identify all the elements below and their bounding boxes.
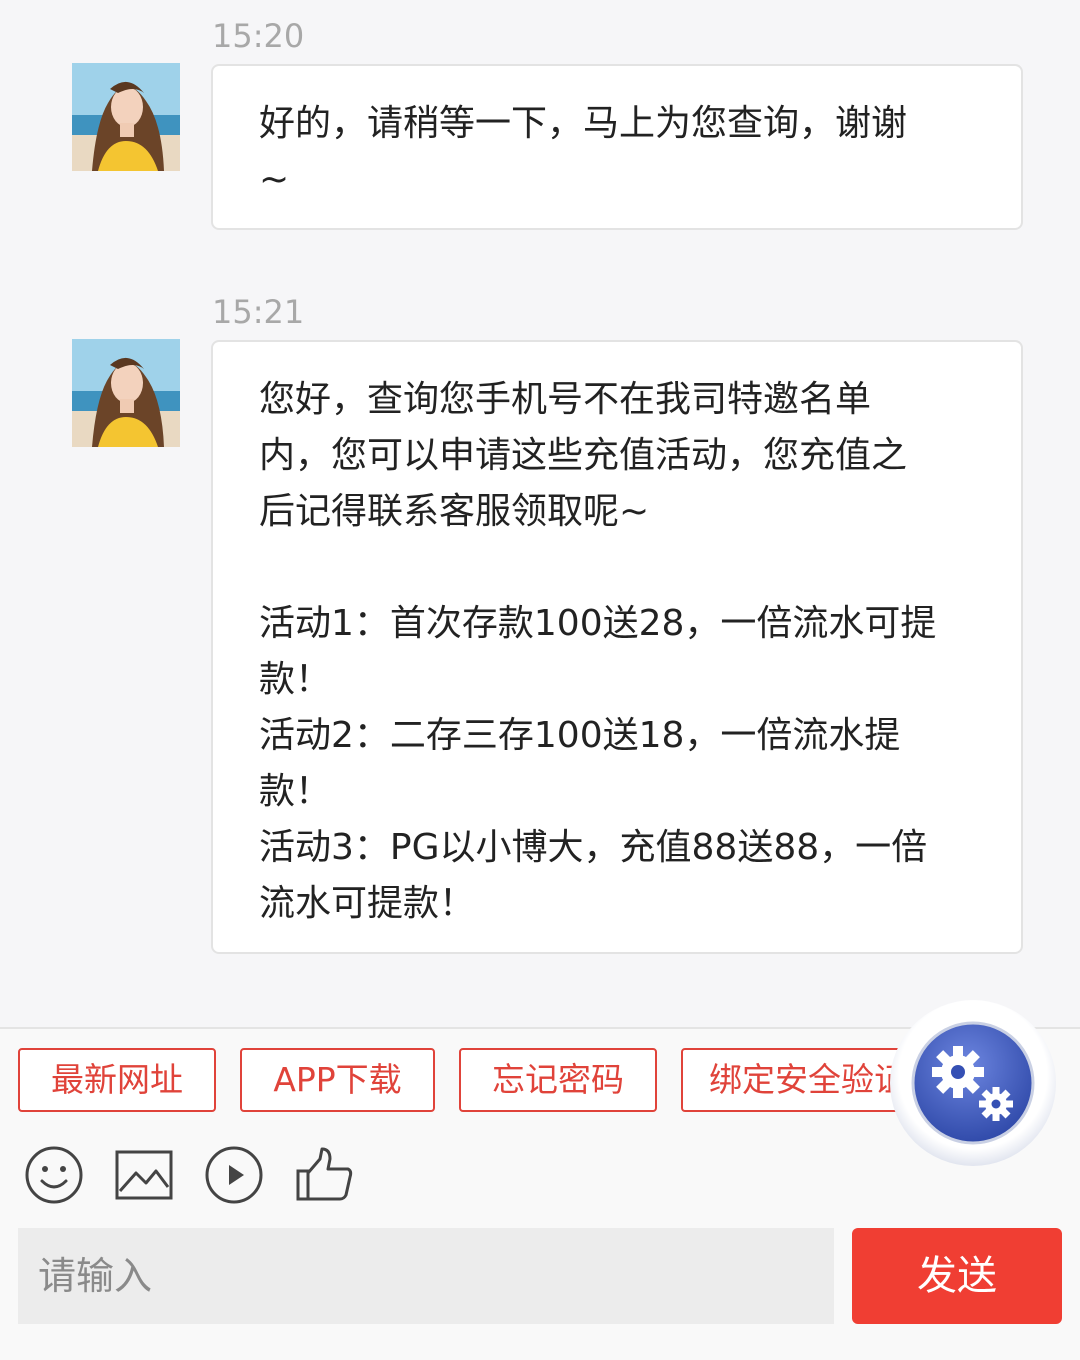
message-timestamp: 15:20 bbox=[212, 17, 305, 55]
image-icon[interactable] bbox=[114, 1145, 174, 1205]
message-input[interactable] bbox=[18, 1228, 834, 1324]
message-bubble: 好的，请稍等一下，马上为您查询，谢谢 ~ bbox=[211, 64, 1023, 230]
message-bubble: 您好，查询您手机号不在我司特邀名单 内，您可以申请这些充值活动，您充值之 后记得… bbox=[211, 340, 1023, 954]
agent-avatar[interactable] bbox=[72, 63, 180, 171]
quick-action-forgot-password[interactable]: 忘记密码 bbox=[459, 1048, 657, 1112]
video-icon[interactable] bbox=[204, 1145, 264, 1205]
floating-settings-button[interactable] bbox=[890, 1000, 1056, 1166]
quick-action-app-download[interactable]: APP下载 bbox=[240, 1048, 435, 1112]
thumbs-up-icon[interactable] bbox=[294, 1145, 354, 1205]
emoji-icon[interactable] bbox=[24, 1145, 84, 1205]
send-button[interactable]: 发送 bbox=[852, 1228, 1062, 1324]
quick-action-latest-url[interactable]: 最新网址 bbox=[18, 1048, 216, 1112]
message-timestamp: 15:21 bbox=[212, 293, 305, 331]
chat-area: 15:20 好的，请稍等一下，马上为您查询，谢谢 ~ 15:21 您好，查询您手… bbox=[0, 0, 1080, 1027]
agent-avatar[interactable] bbox=[72, 339, 180, 447]
